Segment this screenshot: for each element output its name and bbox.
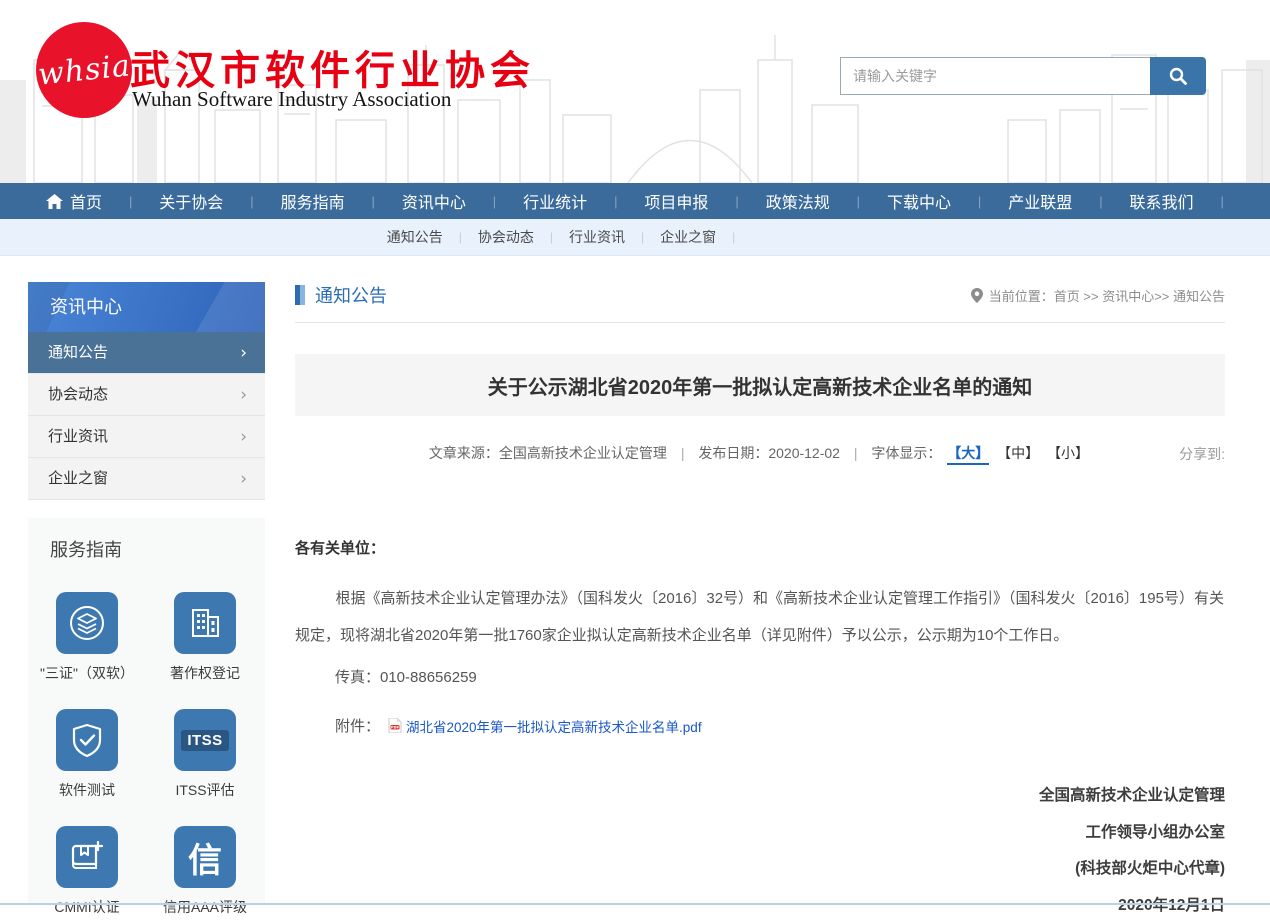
service-guide-title: 服务指南: [50, 536, 265, 562]
location-pin-icon: [971, 288, 983, 303]
search-button[interactable]: [1150, 57, 1206, 95]
sidebar-item-notices[interactable]: 通知公告 ›: [28, 332, 265, 374]
itss-badge-icon: ITSS: [181, 730, 228, 751]
xin-glyph-icon: 信: [188, 833, 222, 882]
signature-line: (科技部火炬中心代章): [295, 851, 1225, 888]
section-header: 通知公告 当前位置：首页 >> 资讯中心>> 通知公告: [295, 282, 1225, 323]
nav-item-home[interactable]: 首页: [46, 189, 102, 213]
svg-text:PDF: PDF: [391, 726, 400, 730]
section-accent-bar-light: [300, 285, 305, 305]
service-software-testing[interactable]: 软件测试: [56, 709, 118, 800]
main-navigation: 首页 | 关于协会| 服务指南| 资讯中心| 行业统计| 项目申报| 政策法规|…: [0, 183, 1270, 219]
subnav-item-notices[interactable]: 通知公告: [371, 227, 459, 247]
chevron-right-icon: ›: [240, 332, 247, 374]
shield-check-icon: [67, 720, 107, 760]
pdf-file-icon: PDF: [388, 718, 402, 733]
service-grid: "三证"（双软） 著作权登记: [28, 566, 265, 917]
signature-line: 全国高新技术企业认定管理: [295, 778, 1225, 815]
subnav-item-enterprise-window[interactable]: 企业之窗: [644, 227, 732, 247]
page-header: whsia 武汉市软件行业协会 Wuhan Software Industry …: [0, 0, 1270, 183]
chevron-right-icon: ›: [240, 416, 247, 458]
nav-item-policy[interactable]: 政策法规: [766, 189, 830, 213]
nav-item-industry-stats[interactable]: 行业统计: [523, 189, 587, 213]
fax-line: 传真：010-88656259: [295, 666, 1225, 687]
book-plus-icon: [66, 836, 108, 878]
font-size-small-button[interactable]: 【小】: [1047, 445, 1089, 461]
search-input[interactable]: [840, 57, 1150, 95]
sidebar-item-industry-news[interactable]: 行业资讯 ›: [28, 416, 265, 458]
article-body: 各有关单位： 根据《高新技术企业认定管理办法》（国科发火〔2016〕32号）和《…: [295, 537, 1225, 924]
association-logo[interactable]: whsia: [36, 22, 132, 118]
source-value: 全国高新技术企业认定管理: [499, 445, 667, 461]
source-label: 文章来源：: [429, 445, 499, 461]
attachment-line: 附件： PDF 湖北省2020年第一批拟认定高新技术企业名单.pdf: [295, 715, 1225, 736]
font-size-medium-button[interactable]: 【中】: [997, 445, 1039, 461]
sidebar-menu: 资讯中心 通知公告 › 协会动态 › 行业资讯 › 企业之窗 ›: [28, 282, 265, 500]
service-itss-assessment[interactable]: ITSS ITSS评估: [174, 709, 236, 800]
attachment-link[interactable]: 湖北省2020年第一批拟认定高新技术企业名单.pdf: [406, 716, 702, 736]
main-content: 通知公告 当前位置：首页 >> 资讯中心>> 通知公告 关于公示湖北省2020年…: [295, 282, 1225, 924]
section-title: 通知公告: [315, 282, 387, 308]
service-three-certs[interactable]: "三证"（双软）: [40, 592, 134, 683]
chevron-right-icon: ›: [240, 458, 247, 500]
home-icon: [46, 194, 63, 209]
article-paragraph: 根据《高新技术企业认定管理办法》（国科发火〔2016〕32号）和《高新技术企业认…: [295, 580, 1225, 654]
buildings-icon: [185, 603, 225, 643]
article-title: 关于公示湖北省2020年第一批拟认定高新技术企业名单的通知: [488, 371, 1033, 400]
signature-line: 工作领导小组办公室: [295, 815, 1225, 852]
nav-item-service-guide[interactable]: 服务指南: [281, 189, 345, 213]
nav-item-project-apply[interactable]: 项目申报: [644, 189, 708, 213]
salutation: 各有关单位：: [295, 537, 1225, 558]
nav-item-news-center[interactable]: 资讯中心: [402, 189, 466, 213]
article-meta: 文章来源：全国高新技术企业认定管理 | 发布日期：2020-12-02 | 字体…: [295, 443, 1225, 463]
service-copyright-registration[interactable]: 著作权登记: [170, 592, 240, 683]
search-box: [840, 57, 1206, 95]
nav-item-about[interactable]: 关于协会: [159, 189, 223, 213]
layers-circle-icon: [65, 601, 109, 645]
date-value: 2020-12-02: [768, 445, 840, 461]
sidebar-item-enterprise-window[interactable]: 企业之窗 ›: [28, 458, 265, 500]
logo-text: whsia: [36, 48, 132, 93]
attachment-label: 附件：: [335, 715, 380, 736]
nav-separator: |: [129, 194, 132, 209]
signature-line: 2020年12月1日: [295, 888, 1225, 924]
nav-item-download[interactable]: 下载中心: [887, 189, 951, 213]
sidebar-item-association-news[interactable]: 协会动态 ›: [28, 374, 265, 416]
sidebar-menu-title: 资讯中心: [28, 282, 265, 332]
breadcrumb[interactable]: 当前位置：首页 >> 资讯中心>> 通知公告: [971, 286, 1225, 305]
site-subtitle: Wuhan Software Industry Association: [132, 87, 451, 112]
subnav-item-association-news[interactable]: 协会动态: [462, 227, 550, 247]
service-guide-panel: 服务指南 "三证"（双软）: [28, 518, 265, 905]
nav-item-industry-alliance[interactable]: 产业联盟: [1008, 189, 1072, 213]
font-size-large-button[interactable]: 【大】: [947, 445, 989, 465]
article-title-bar: 关于公示湖北省2020年第一批拟认定高新技术企业名单的通知: [295, 354, 1225, 416]
share-label: 分享到:: [1179, 444, 1225, 464]
font-display-label: 字体显示：: [871, 445, 941, 461]
date-label: 发布日期：: [698, 445, 768, 461]
subnav-item-industry-news[interactable]: 行业资讯: [553, 227, 641, 247]
sub-navigation: 通知公告| 协会动态| 行业资讯| 企业之窗|: [0, 219, 1270, 256]
nav-item-contact[interactable]: 联系我们: [1130, 189, 1194, 213]
chevron-right-icon: ›: [240, 374, 247, 416]
search-icon: [1168, 66, 1188, 86]
